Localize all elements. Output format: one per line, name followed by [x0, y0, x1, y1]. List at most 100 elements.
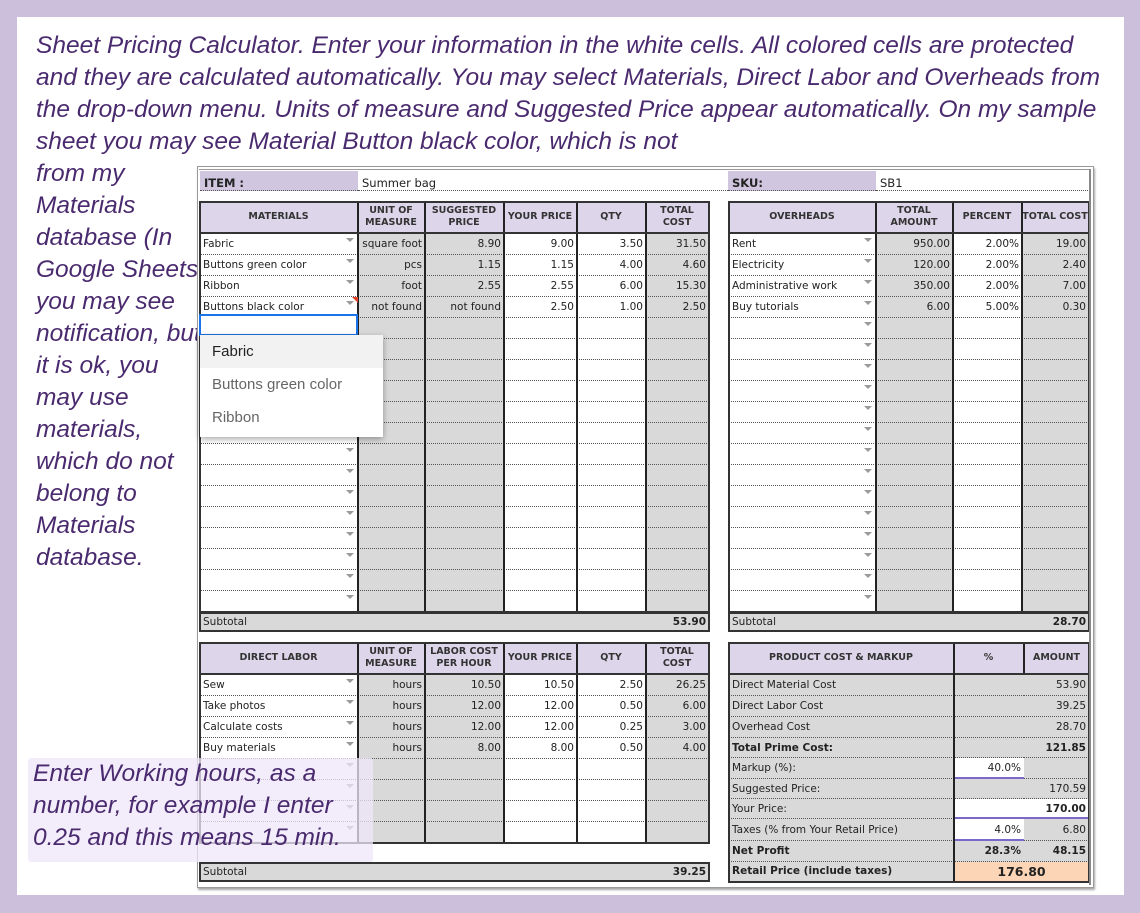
dropdown-arrow-icon[interactable]: [864, 238, 872, 242]
overheads-row-0-percent[interactable]: 2.00%: [953, 234, 1022, 255]
overheads-empty-row-10-percent[interactable]: [953, 444, 1022, 465]
labor-row-0-name[interactable]: Sew: [200, 675, 358, 696]
sku-field[interactable]: SB1: [876, 171, 1088, 191]
materials-empty-row-4-qty[interactable]: [577, 318, 646, 339]
materials-empty-row-7-price[interactable]: [504, 381, 577, 402]
materials-empty-row-14-name[interactable]: [200, 528, 358, 549]
dropdown-arrow-icon[interactable]: [346, 532, 354, 536]
materials-empty-row-12-qty[interactable]: [577, 486, 646, 507]
materials-empty-row-10-qty[interactable]: [577, 444, 646, 465]
materials-empty-row-7-qty[interactable]: [577, 381, 646, 402]
dropdown-arrow-icon[interactable]: [864, 301, 872, 305]
labor-row-1-qty[interactable]: 0.50: [577, 696, 646, 717]
overheads-empty-row-15-percent[interactable]: [953, 549, 1022, 570]
item-field[interactable]: Summer bag: [358, 171, 728, 191]
overheads-empty-row-12-percent[interactable]: [953, 486, 1022, 507]
materials-empty-row-11-price[interactable]: [504, 465, 577, 486]
labor-row-2-price[interactable]: 12.00: [504, 717, 577, 738]
dropdown-arrow-icon[interactable]: [864, 427, 872, 431]
dropdown-arrow-icon[interactable]: [864, 385, 872, 389]
dropdown-arrow-icon[interactable]: [864, 532, 872, 536]
materials-empty-row-5-price[interactable]: [504, 339, 577, 360]
materials-empty-row-9-qty[interactable]: [577, 423, 646, 444]
labor-empty-row-5-price[interactable]: [504, 780, 577, 801]
materials-empty-row-14-price[interactable]: [504, 528, 577, 549]
dropdown-option[interactable]: Ribbon: [200, 401, 383, 434]
dropdown-arrow-icon[interactable]: [864, 322, 872, 326]
labor-empty-row-4-qty[interactable]: [577, 759, 646, 780]
dropdown-arrow-icon[interactable]: [346, 595, 354, 599]
materials-row-0-qty[interactable]: 3.50: [577, 234, 646, 255]
dropdown-arrow-icon[interactable]: [346, 469, 354, 473]
dropdown-arrow-icon[interactable]: [864, 364, 872, 368]
materials-empty-row-17-price[interactable]: [504, 591, 577, 612]
overheads-empty-row-8-name[interactable]: [729, 402, 876, 423]
overheads-empty-row-12-name[interactable]: [729, 486, 876, 507]
overheads-empty-row-13-percent[interactable]: [953, 507, 1022, 528]
dropdown-arrow-icon[interactable]: [864, 343, 872, 347]
labor-empty-row-4-price[interactable]: [504, 759, 577, 780]
materials-row-1-price[interactable]: 1.15: [504, 255, 577, 276]
labor-empty-row-6-qty[interactable]: [577, 801, 646, 822]
overheads-empty-row-14-name[interactable]: [729, 528, 876, 549]
labor-row-3-price[interactable]: 8.00: [504, 738, 577, 759]
materials-empty-row-16-qty[interactable]: [577, 570, 646, 591]
dropdown-arrow-icon[interactable]: [864, 469, 872, 473]
dropdown-option[interactable]: Buttons green color: [200, 368, 383, 401]
overheads-empty-row-17-percent[interactable]: [953, 591, 1022, 612]
materials-empty-row-15-price[interactable]: [504, 549, 577, 570]
dropdown-arrow-icon[interactable]: [864, 490, 872, 494]
labor-row-3-name[interactable]: Buy materials: [200, 738, 358, 759]
overheads-empty-row-14-percent[interactable]: [953, 528, 1022, 549]
overheads-empty-row-11-name[interactable]: [729, 465, 876, 486]
dropdown-arrow-icon[interactable]: [346, 259, 354, 263]
materials-row-3-qty[interactable]: 1.00: [577, 297, 646, 318]
materials-empty-row-6-qty[interactable]: [577, 360, 646, 381]
overheads-empty-row-5-percent[interactable]: [953, 339, 1022, 360]
dropdown-arrow-icon[interactable]: [346, 511, 354, 515]
dropdown-arrow-icon[interactable]: [864, 259, 872, 263]
overheads-row-2-percent[interactable]: 2.00%: [953, 276, 1022, 297]
dropdown-arrow-icon[interactable]: [346, 742, 354, 746]
materials-row-2-qty[interactable]: 6.00: [577, 276, 646, 297]
dropdown-arrow-icon[interactable]: [864, 574, 872, 578]
materials-empty-row-12-name[interactable]: [200, 486, 358, 507]
overheads-empty-row-11-percent[interactable]: [953, 465, 1022, 486]
materials-row-2-name[interactable]: Ribbon: [200, 276, 358, 297]
dropdown-arrow-icon[interactable]: [346, 679, 354, 683]
labor-row-2-qty[interactable]: 0.25: [577, 717, 646, 738]
materials-empty-row-11-qty[interactable]: [577, 465, 646, 486]
overheads-empty-row-10-name[interactable]: [729, 444, 876, 465]
materials-empty-row-11-name[interactable]: [200, 465, 358, 486]
labor-row-1-price[interactable]: 12.00: [504, 696, 577, 717]
materials-empty-row-8-qty[interactable]: [577, 402, 646, 423]
materials-empty-row-17-qty[interactable]: [577, 591, 646, 612]
materials-empty-row-10-price[interactable]: [504, 444, 577, 465]
materials-row-1-qty[interactable]: 4.00: [577, 255, 646, 276]
materials-row-1-name[interactable]: Buttons green color: [200, 255, 358, 276]
materials-empty-row-8-price[interactable]: [504, 402, 577, 423]
materials-empty-row-9-price[interactable]: [504, 423, 577, 444]
materials-empty-row-16-price[interactable]: [504, 570, 577, 591]
dropdown-arrow-icon[interactable]: [864, 406, 872, 410]
labor-row-2-name[interactable]: Calculate costs: [200, 717, 358, 738]
overheads-row-1-percent[interactable]: 2.00%: [953, 255, 1022, 276]
dropdown-arrow-icon[interactable]: [346, 280, 354, 284]
overheads-empty-row-6-percent[interactable]: [953, 360, 1022, 381]
materials-empty-row-10-name[interactable]: [200, 444, 358, 465]
overheads-empty-row-7-name[interactable]: [729, 381, 876, 402]
dropdown-arrow-icon[interactable]: [346, 490, 354, 494]
overheads-empty-row-4-name[interactable]: [729, 318, 876, 339]
selected-cell[interactable]: [199, 314, 358, 336]
overheads-empty-row-5-name[interactable]: [729, 339, 876, 360]
materials-empty-row-15-name[interactable]: [200, 549, 358, 570]
overheads-row-2-name[interactable]: Administrative work: [729, 276, 876, 297]
materials-empty-row-5-qty[interactable]: [577, 339, 646, 360]
overheads-row-1-name[interactable]: Electricity: [729, 255, 876, 276]
materials-row-0-name[interactable]: Fabric: [200, 234, 358, 255]
materials-empty-row-13-name[interactable]: [200, 507, 358, 528]
dropdown-arrow-icon[interactable]: [346, 553, 354, 557]
overheads-empty-row-16-name[interactable]: [729, 570, 876, 591]
materials-empty-row-16-name[interactable]: [200, 570, 358, 591]
labor-empty-row-7-qty[interactable]: [577, 822, 646, 843]
